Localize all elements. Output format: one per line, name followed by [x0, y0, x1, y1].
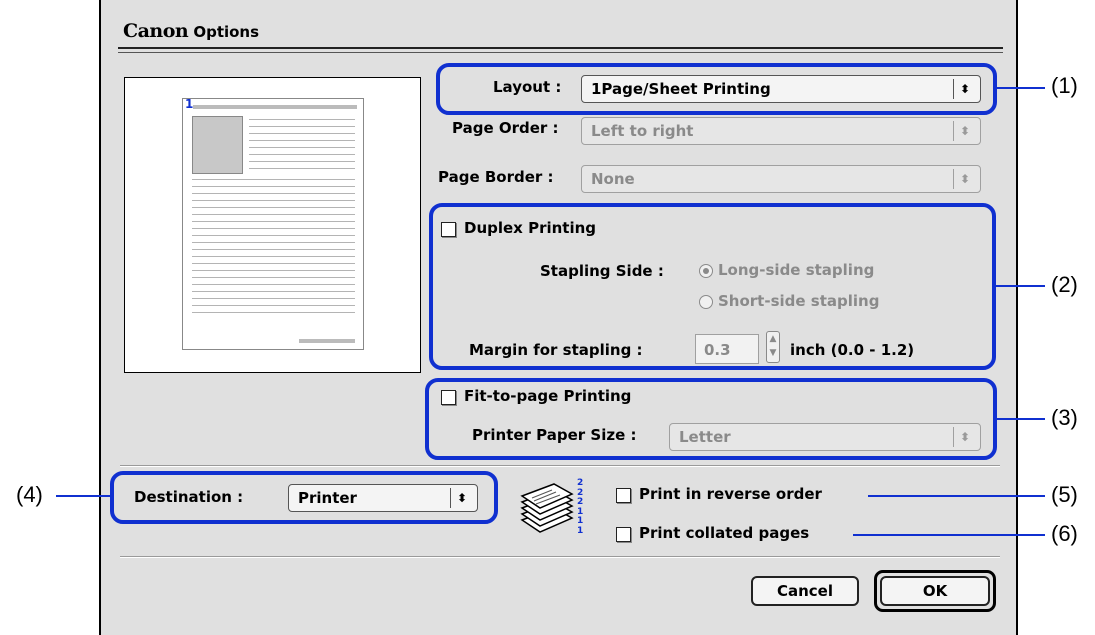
page-stack-icon: [520, 483, 574, 533]
callout-line-4: [56, 495, 110, 497]
callout-line-5: [868, 495, 1045, 497]
highlight-layout: [436, 63, 997, 115]
canon-logo: Canon: [123, 20, 189, 42]
window-title: Canon Options: [123, 20, 259, 42]
callout-5: (5): [1051, 482, 1078, 507]
preview-image-block: [192, 116, 243, 174]
title-divider-2: [118, 52, 1003, 53]
title-divider: [118, 47, 1003, 49]
stack-digits-icon: 2 2 2 1 1 1: [577, 478, 584, 536]
page-order-value: Left to right: [591, 122, 694, 140]
reverse-order-label: Print in reverse order: [639, 485, 822, 503]
collated-checkbox[interactable]: [616, 527, 631, 542]
callout-line-6: [853, 534, 1045, 536]
ok-button[interactable]: OK: [880, 576, 990, 606]
callout-6: (6): [1051, 521, 1078, 546]
callout-4: (4): [16, 482, 43, 507]
page-border-label: Page Border :: [438, 168, 554, 186]
highlight-destination: [110, 471, 498, 524]
popup-arrows-icon: ⬍: [953, 121, 976, 141]
callout-3: (3): [1051, 405, 1078, 430]
window-title-text: Options: [193, 23, 260, 41]
preview-footer-bar: [299, 339, 355, 343]
collated-label: Print collated pages: [639, 524, 810, 542]
callout-2: (2): [1051, 272, 1078, 297]
callout-line-2: [996, 285, 1045, 287]
highlight-duplex: [429, 203, 996, 370]
callout-line-3: [997, 418, 1045, 420]
layout-preview: 1: [124, 77, 421, 373]
popup-arrows-icon: ⬍: [953, 169, 976, 189]
page-border-value: None: [591, 170, 635, 188]
cancel-button[interactable]: Cancel: [751, 576, 859, 606]
reverse-order-checkbox[interactable]: [616, 488, 631, 503]
callout-line-1: [997, 87, 1045, 89]
page-order-label: Page Order :: [452, 119, 559, 137]
callout-1: (1): [1051, 73, 1078, 98]
preview-header-bar: [193, 105, 357, 109]
footer-divider: [120, 556, 1000, 558]
section-divider: [120, 465, 1000, 467]
page-order-popup[interactable]: Left to right ⬍: [581, 117, 981, 145]
page-border-popup[interactable]: None ⬍: [581, 165, 981, 193]
highlight-fit-to-page: [425, 378, 997, 460]
preview-page: 1: [182, 97, 364, 350]
